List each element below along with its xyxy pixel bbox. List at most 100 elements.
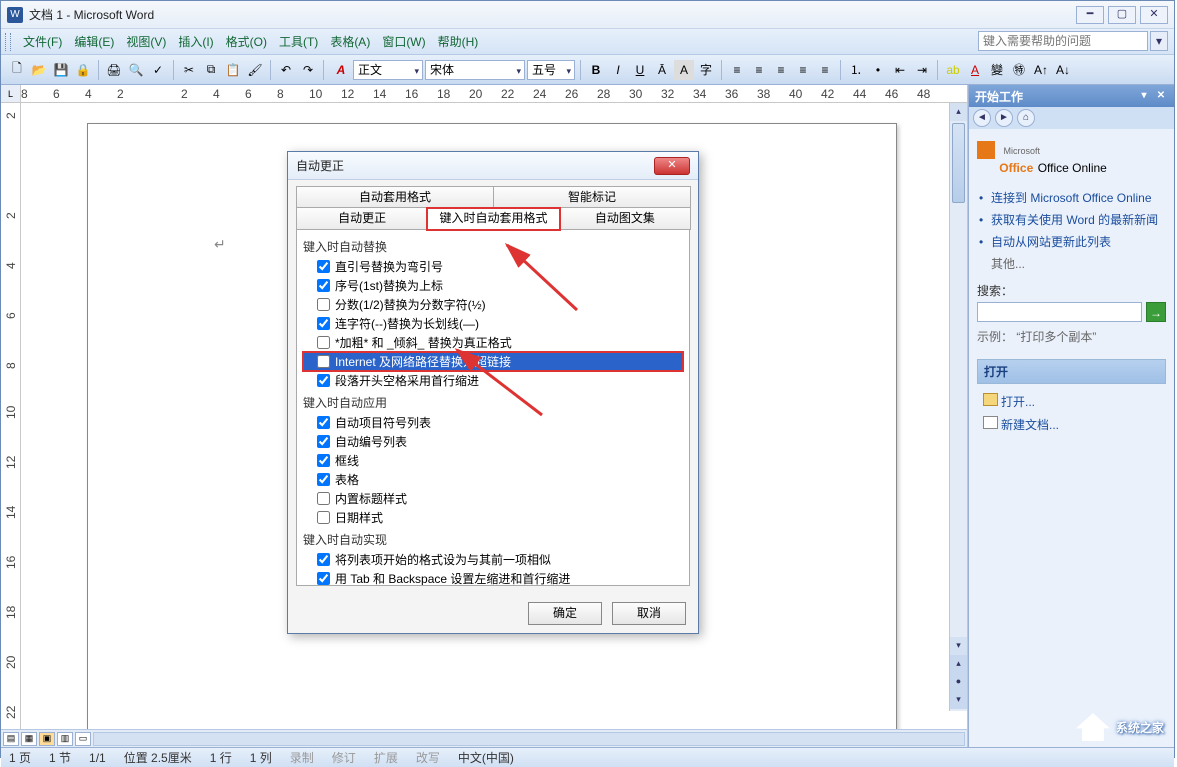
status-language[interactable]: 中文(中国): [458, 749, 514, 766]
highlight-icon[interactable]: ab: [943, 60, 963, 80]
new-doc-icon[interactable]: 🗋: [7, 60, 27, 80]
reading-view-button[interactable]: ▭: [75, 732, 91, 746]
phonetic-icon[interactable]: 字: [696, 60, 716, 80]
taskpane-close-icon[interactable]: ✕: [1154, 89, 1168, 103]
menu-file[interactable]: 文件(F): [17, 31, 68, 52]
checkbox-input[interactable]: [317, 473, 330, 486]
menu-table[interactable]: 表格(A): [324, 31, 376, 52]
help-search-dropdown[interactable]: ▾: [1150, 31, 1168, 51]
bold-icon[interactable]: B: [586, 60, 606, 80]
char-border-icon[interactable]: Ā: [652, 60, 672, 80]
bullets-icon[interactable]: •: [868, 60, 888, 80]
checkbox-input[interactable]: [317, 374, 330, 387]
scroll-down-button[interactable]: ▾: [950, 637, 967, 655]
checkbox-input[interactable]: [317, 336, 330, 349]
font-dropdown[interactable]: 宋体: [425, 60, 525, 80]
checkbox-input[interactable]: [317, 454, 330, 467]
checkbox-option[interactable]: 日期样式: [303, 508, 683, 527]
checkbox-input[interactable]: [317, 279, 330, 292]
checkbox-input[interactable]: [317, 416, 330, 429]
scroll-up-button[interactable]: ▴: [950, 103, 967, 121]
help-search-input[interactable]: [978, 31, 1148, 51]
checkbox-option[interactable]: 连字符(--)替换为长划线(—): [303, 314, 683, 333]
menu-tools[interactable]: 工具(T): [273, 31, 324, 52]
nav-home-button[interactable]: ⌂: [1017, 109, 1035, 127]
size-dropdown[interactable]: 五号: [527, 60, 575, 80]
tab-autoformat[interactable]: 自动套用格式: [296, 186, 494, 208]
checkbox-option[interactable]: 分数(1/2)替换为分数字符(½): [303, 295, 683, 314]
phonetic-guide-icon[interactable]: 變: [987, 60, 1007, 80]
italic-icon[interactable]: I: [608, 60, 628, 80]
align-center-icon[interactable]: ≡: [749, 60, 769, 80]
tab-smarttag[interactable]: 智能标记: [493, 186, 691, 208]
cancel-button[interactable]: 取消: [612, 602, 686, 625]
style-icon[interactable]: A: [331, 60, 351, 80]
checkbox-input[interactable]: [317, 492, 330, 505]
char-shading-icon[interactable]: A: [674, 60, 694, 80]
menubar-grip[interactable]: [5, 33, 11, 51]
print-view-button[interactable]: ▣: [39, 732, 55, 746]
checkbox-option[interactable]: Internet 及网络路径替换为超链接: [303, 352, 683, 371]
scroll-thumb[interactable]: [952, 123, 965, 203]
align-right-icon[interactable]: ≡: [771, 60, 791, 80]
nav-forward-button[interactable]: ►: [995, 109, 1013, 127]
align-left-icon[interactable]: ≡: [727, 60, 747, 80]
style-dropdown[interactable]: 正文: [353, 60, 423, 80]
menu-window[interactable]: 窗口(W): [376, 31, 431, 52]
preview-icon[interactable]: 🔍: [126, 60, 146, 80]
checkbox-option[interactable]: 框线: [303, 451, 683, 470]
link-word-news[interactable]: 获取有关使用 Word 的最新新闻: [977, 209, 1166, 231]
taskpane-dropdown-icon[interactable]: ▾: [1137, 89, 1151, 103]
checkbox-input[interactable]: [317, 553, 330, 566]
search-go-button[interactable]: →: [1146, 302, 1166, 322]
prev-page-button[interactable]: ▴: [950, 655, 967, 673]
dialog-close-button[interactable]: ✕: [654, 157, 690, 175]
permission-icon[interactable]: 🔒: [73, 60, 93, 80]
save-icon[interactable]: 💾: [51, 60, 71, 80]
checkbox-option[interactable]: 内置标题样式: [303, 489, 683, 508]
checkbox-option[interactable]: 自动编号列表: [303, 432, 683, 451]
undo-icon[interactable]: ↶: [276, 60, 296, 80]
nav-back-button[interactable]: ◄: [973, 109, 991, 127]
menu-view[interactable]: 视图(V): [120, 31, 172, 52]
menu-help[interactable]: 帮助(H): [432, 31, 485, 52]
paste-icon[interactable]: 📋: [223, 60, 243, 80]
link-other[interactable]: 其他...: [977, 255, 1166, 272]
outline-view-button[interactable]: ▥: [57, 732, 73, 746]
status-rec[interactable]: 录制: [290, 749, 314, 766]
numbering-icon[interactable]: ⒈: [846, 60, 866, 80]
shrink-font-icon[interactable]: A↓: [1053, 60, 1073, 80]
redo-icon[interactable]: ↷: [298, 60, 318, 80]
horizontal-ruler[interactable]: L 86422468101214161820222426283032343638…: [1, 85, 967, 103]
menu-insert[interactable]: 插入(I): [172, 31, 219, 52]
checkbox-option[interactable]: 用 Tab 和 Backspace 设置左缩进和首行缩进: [303, 569, 683, 586]
copy-icon[interactable]: ⧉: [201, 60, 221, 80]
checkbox-option[interactable]: 表格: [303, 470, 683, 489]
checkbox-option[interactable]: *加粗* 和 _倾斜_ 替换为真正格式: [303, 333, 683, 352]
close-button[interactable]: ✕: [1140, 6, 1168, 24]
checkbox-option[interactable]: 序号(1st)替换为上标: [303, 276, 683, 295]
link-update-list[interactable]: 自动从网站更新此列表: [977, 231, 1166, 253]
align-justify-icon[interactable]: ≡: [793, 60, 813, 80]
taskpane-search-input[interactable]: [977, 302, 1142, 322]
checkbox-input[interactable]: [317, 317, 330, 330]
web-view-button[interactable]: ▦: [21, 732, 37, 746]
status-ovr[interactable]: 改写: [416, 749, 440, 766]
new-doc-link[interactable]: 新建文档...: [981, 413, 1162, 436]
checkbox-input[interactable]: [317, 572, 330, 585]
underline-icon[interactable]: U: [630, 60, 650, 80]
ruler-corner[interactable]: L: [1, 85, 21, 102]
open-icon[interactable]: 📂: [29, 60, 49, 80]
print-icon[interactable]: 🖨: [104, 60, 124, 80]
format-painter-icon[interactable]: 🖌: [245, 60, 265, 80]
ok-button[interactable]: 确定: [528, 602, 602, 625]
checkbox-input[interactable]: [317, 260, 330, 273]
grow-font-icon[interactable]: A↑: [1031, 60, 1051, 80]
spell-icon[interactable]: ✓: [148, 60, 168, 80]
checkbox-input[interactable]: [317, 355, 330, 368]
distribute-icon[interactable]: ≡: [815, 60, 835, 80]
next-page-button[interactable]: ▾: [950, 691, 967, 709]
tab-autotext[interactable]: 自动图文集: [559, 208, 691, 230]
status-ext[interactable]: 扩展: [374, 749, 398, 766]
outdent-icon[interactable]: ⇤: [890, 60, 910, 80]
